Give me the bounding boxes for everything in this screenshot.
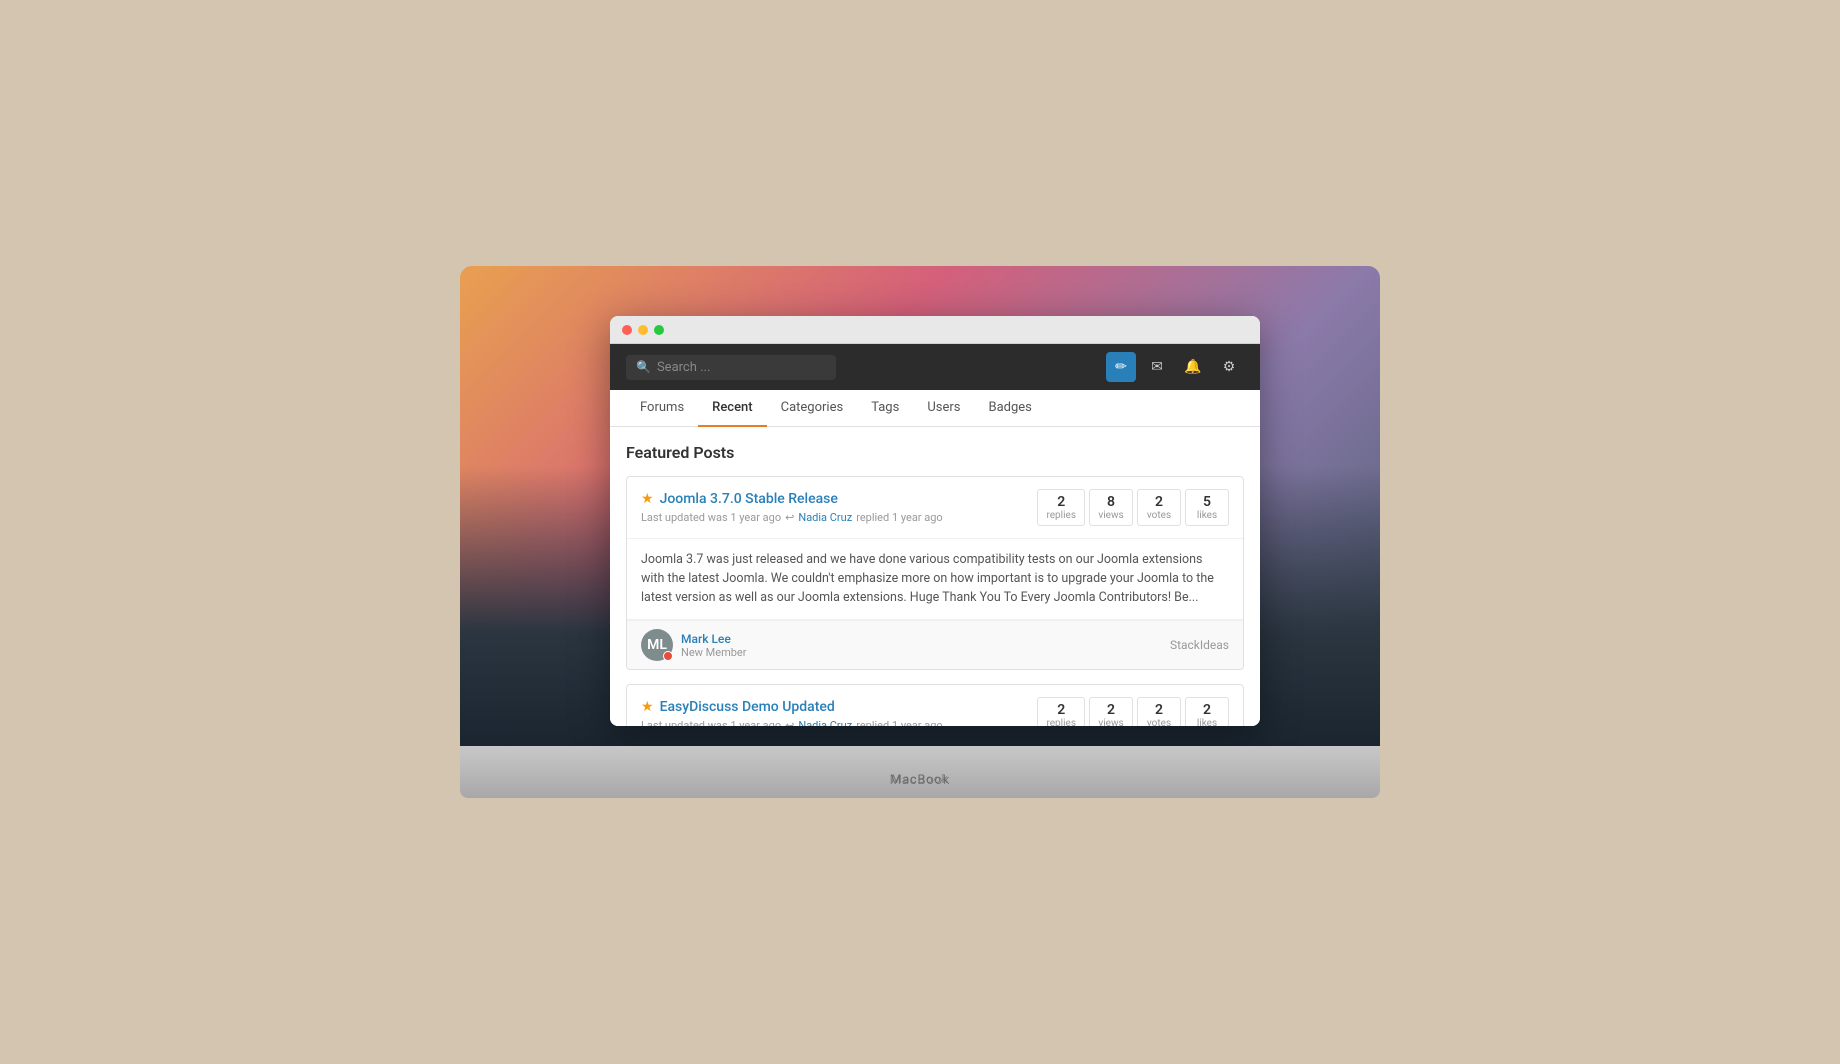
featured-star-icon: ★ — [641, 699, 654, 715]
post-replier-name[interactable]: Nadia Cruz — [798, 719, 852, 726]
post-card: ★ EasyDiscuss Demo Updated Last updated … — [626, 684, 1244, 726]
laptop-body: MacBook — [460, 746, 1380, 798]
tab-forums[interactable]: Forums — [626, 390, 698, 427]
author-name[interactable]: Mark Lee — [681, 632, 747, 646]
post-title[interactable]: EasyDiscuss Demo Updated — [660, 699, 835, 715]
post-title-row: ★ EasyDiscuss Demo Updated Last updated … — [641, 699, 1037, 726]
views-stat: 8 views — [1089, 489, 1133, 526]
minimize-button[interactable] — [638, 325, 648, 335]
search-icon: 🔍 — [636, 360, 651, 374]
votes-count: 2 — [1146, 494, 1172, 510]
views-count: 2 — [1098, 702, 1124, 718]
nav-icons: ✏ ✉ 🔔 ⚙ — [1106, 352, 1244, 382]
post-title-link: ★ Joomla 3.7.0 Stable Release — [641, 491, 1037, 507]
post-meta: Last updated was 1 year ago ↩ Nadia Cruz… — [641, 719, 1037, 726]
post-card: ★ Joomla 3.7.0 Stable Release Last updat… — [626, 476, 1244, 670]
laptop-brand: MacBook — [891, 772, 949, 786]
tab-badges[interactable]: Badges — [974, 390, 1045, 427]
post-header: ★ EasyDiscuss Demo Updated Last updated … — [627, 685, 1243, 726]
reply-arrow-icon: ↩ — [785, 719, 794, 726]
featured-star-icon: ★ — [641, 491, 654, 507]
compose-button[interactable]: ✏ — [1106, 352, 1136, 382]
post-replied-suffix: replied 1 year ago — [856, 719, 943, 726]
search-input[interactable]: Search ... — [657, 360, 826, 375]
likes-stat: 2 likes — [1185, 697, 1229, 726]
replies-count: 2 — [1046, 702, 1076, 718]
mail-button[interactable]: ✉ — [1142, 352, 1172, 382]
tab-recent[interactable]: Recent — [698, 390, 766, 427]
post-stats: 2 replies 2 views 2 votes — [1037, 697, 1229, 726]
post-body: Joomla 3.7 was just released and we have… — [627, 539, 1243, 620]
post-category: StackIdeas — [1170, 638, 1229, 652]
tab-tags[interactable]: Tags — [857, 390, 913, 427]
post-updated-text: Last updated was 1 year ago — [641, 511, 781, 524]
section-title: Featured Posts — [626, 443, 1244, 462]
post-stats: 2 replies 8 views 2 votes — [1037, 489, 1229, 526]
replies-label: replies — [1046, 510, 1076, 521]
notifications-button[interactable]: 🔔 — [1178, 352, 1208, 382]
views-label: views — [1098, 510, 1124, 521]
post-replier-name[interactable]: Nadia Cruz — [798, 511, 852, 524]
bell-icon: 🔔 — [1184, 359, 1201, 375]
replies-count: 2 — [1046, 494, 1076, 510]
replies-label: replies — [1046, 718, 1076, 726]
views-stat: 2 views — [1089, 697, 1133, 726]
post-title-row: ★ Joomla 3.7.0 Stable Release Last updat… — [641, 491, 1037, 524]
votes-label: votes — [1146, 510, 1172, 521]
post-footer: ML Mark Lee New Member StackIdeas — [627, 620, 1243, 669]
likes-stat: 5 likes — [1185, 489, 1229, 526]
title-bar — [610, 316, 1260, 344]
gear-icon: ⚙ — [1223, 359, 1236, 375]
main-content: Featured Posts ★ Joomla 3.7.0 Stable Rel… — [610, 427, 1260, 726]
likes-label: likes — [1194, 510, 1220, 521]
replies-stat: 2 replies — [1037, 697, 1085, 726]
post-title[interactable]: Joomla 3.7.0 Stable Release — [660, 491, 838, 507]
votes-count: 2 — [1146, 702, 1172, 718]
votes-stat: 2 votes — [1137, 489, 1181, 526]
compose-icon: ✏ — [1115, 359, 1127, 375]
post-title-link: ★ EasyDiscuss Demo Updated — [641, 699, 1037, 715]
tab-users[interactable]: Users — [913, 390, 974, 427]
mail-icon: ✉ — [1151, 359, 1163, 375]
votes-stat: 2 votes — [1137, 697, 1181, 726]
secondary-nav: Forums Recent Categories Tags Users Badg… — [610, 390, 1260, 427]
top-navbar: 🔍 Search ... ✏ ✉ 🔔 ⚙ — [610, 344, 1260, 390]
votes-label: votes — [1146, 718, 1172, 726]
close-button[interactable] — [622, 325, 632, 335]
likes-count: 5 — [1194, 494, 1220, 510]
post-replied-suffix: replied 1 year ago — [856, 511, 943, 524]
likes-count: 2 — [1194, 702, 1220, 718]
tab-categories[interactable]: Categories — [767, 390, 858, 427]
maximize-button[interactable] — [654, 325, 664, 335]
search-bar[interactable]: 🔍 Search ... — [626, 355, 836, 380]
avatar-wrapper: ML — [641, 629, 673, 661]
post-meta: Last updated was 1 year ago ↩ Nadia Cruz… — [641, 511, 1037, 524]
likes-label: likes — [1194, 718, 1220, 726]
views-count: 8 — [1098, 494, 1124, 510]
author-details: Mark Lee New Member — [681, 632, 747, 659]
views-label: views — [1098, 718, 1124, 726]
reply-arrow-icon: ↩ — [785, 511, 794, 524]
post-header: ★ Joomla 3.7.0 Stable Release Last updat… — [627, 477, 1243, 539]
forum-content: 🔍 Search ... ✏ ✉ 🔔 ⚙ — [610, 344, 1260, 726]
online-badge — [663, 651, 673, 661]
author-role: New Member — [681, 646, 747, 659]
post-updated-text: Last updated was 1 year ago — [641, 719, 781, 726]
author-info: ML Mark Lee New Member — [641, 629, 747, 661]
replies-stat: 2 replies — [1037, 489, 1085, 526]
settings-button[interactable]: ⚙ — [1214, 352, 1244, 382]
browser-window: 🔍 Search ... ✏ ✉ 🔔 ⚙ — [610, 316, 1260, 726]
